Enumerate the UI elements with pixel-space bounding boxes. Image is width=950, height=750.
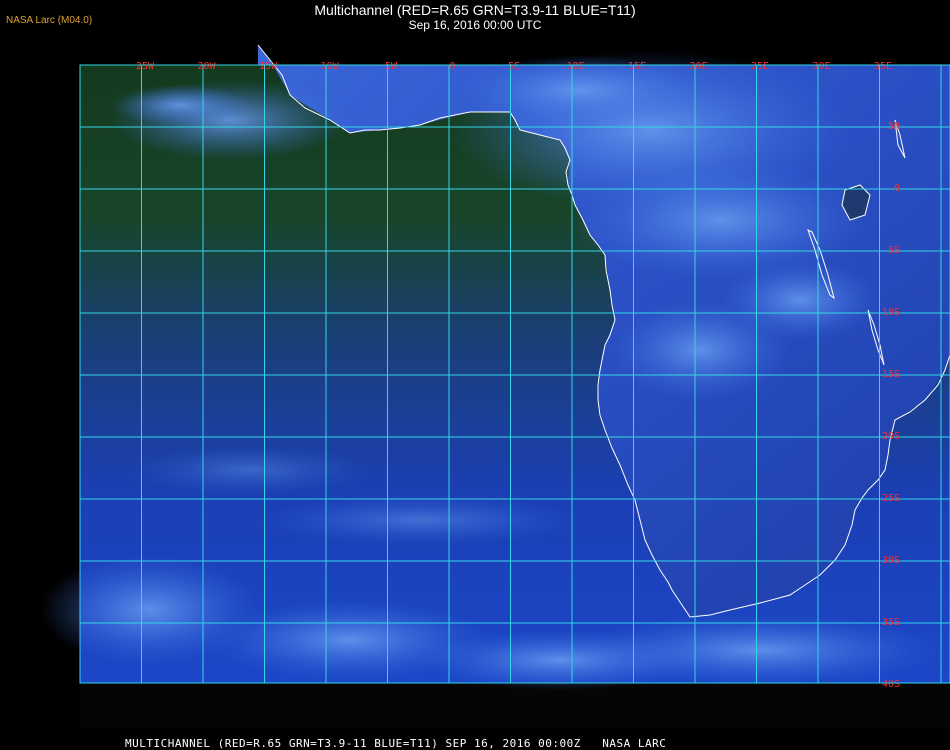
map-bottom-margin: [80, 683, 950, 728]
longitude-label: 20E: [689, 61, 707, 72]
latitude-label: 40S: [882, 679, 900, 690]
latitude-label: 25S: [882, 493, 900, 504]
longitude-label: 20W: [197, 61, 216, 72]
longitude-label: 0: [449, 61, 455, 72]
longitude-label: 30E: [812, 61, 830, 72]
satellite-map: 25W 20W 15W 10W 5W 0 5E 10E 15E 20E 25E 30E 35E 5N 0 5S…: [40, 44, 950, 728]
longitude-label: 10W: [320, 61, 339, 72]
latitude-label: 15S: [882, 369, 900, 380]
longitude-label: 5W: [385, 61, 398, 72]
longitude-label: 25E: [751, 61, 769, 72]
longitude-label: 10E: [566, 61, 584, 72]
longitude-label: 35E: [874, 61, 892, 72]
latitude-label: 35S: [882, 617, 900, 628]
latitude-label: 10S: [882, 307, 900, 318]
longitude-label: 5E: [508, 61, 520, 72]
bottom-caption: MULTICHANNEL (RED=R.65 GRN=T3.9-11 BLUE=…: [125, 737, 667, 750]
latitude-label: 0: [894, 183, 900, 194]
latitude-label: 5N: [888, 121, 900, 132]
longitude-label: 25W: [136, 61, 155, 72]
longitude-label: 15W: [259, 61, 278, 72]
longitude-label: 15E: [628, 61, 646, 72]
latitude-label: 20S: [882, 431, 900, 442]
latitude-label: 30S: [882, 555, 900, 566]
latitude-label: 5S: [888, 245, 900, 256]
